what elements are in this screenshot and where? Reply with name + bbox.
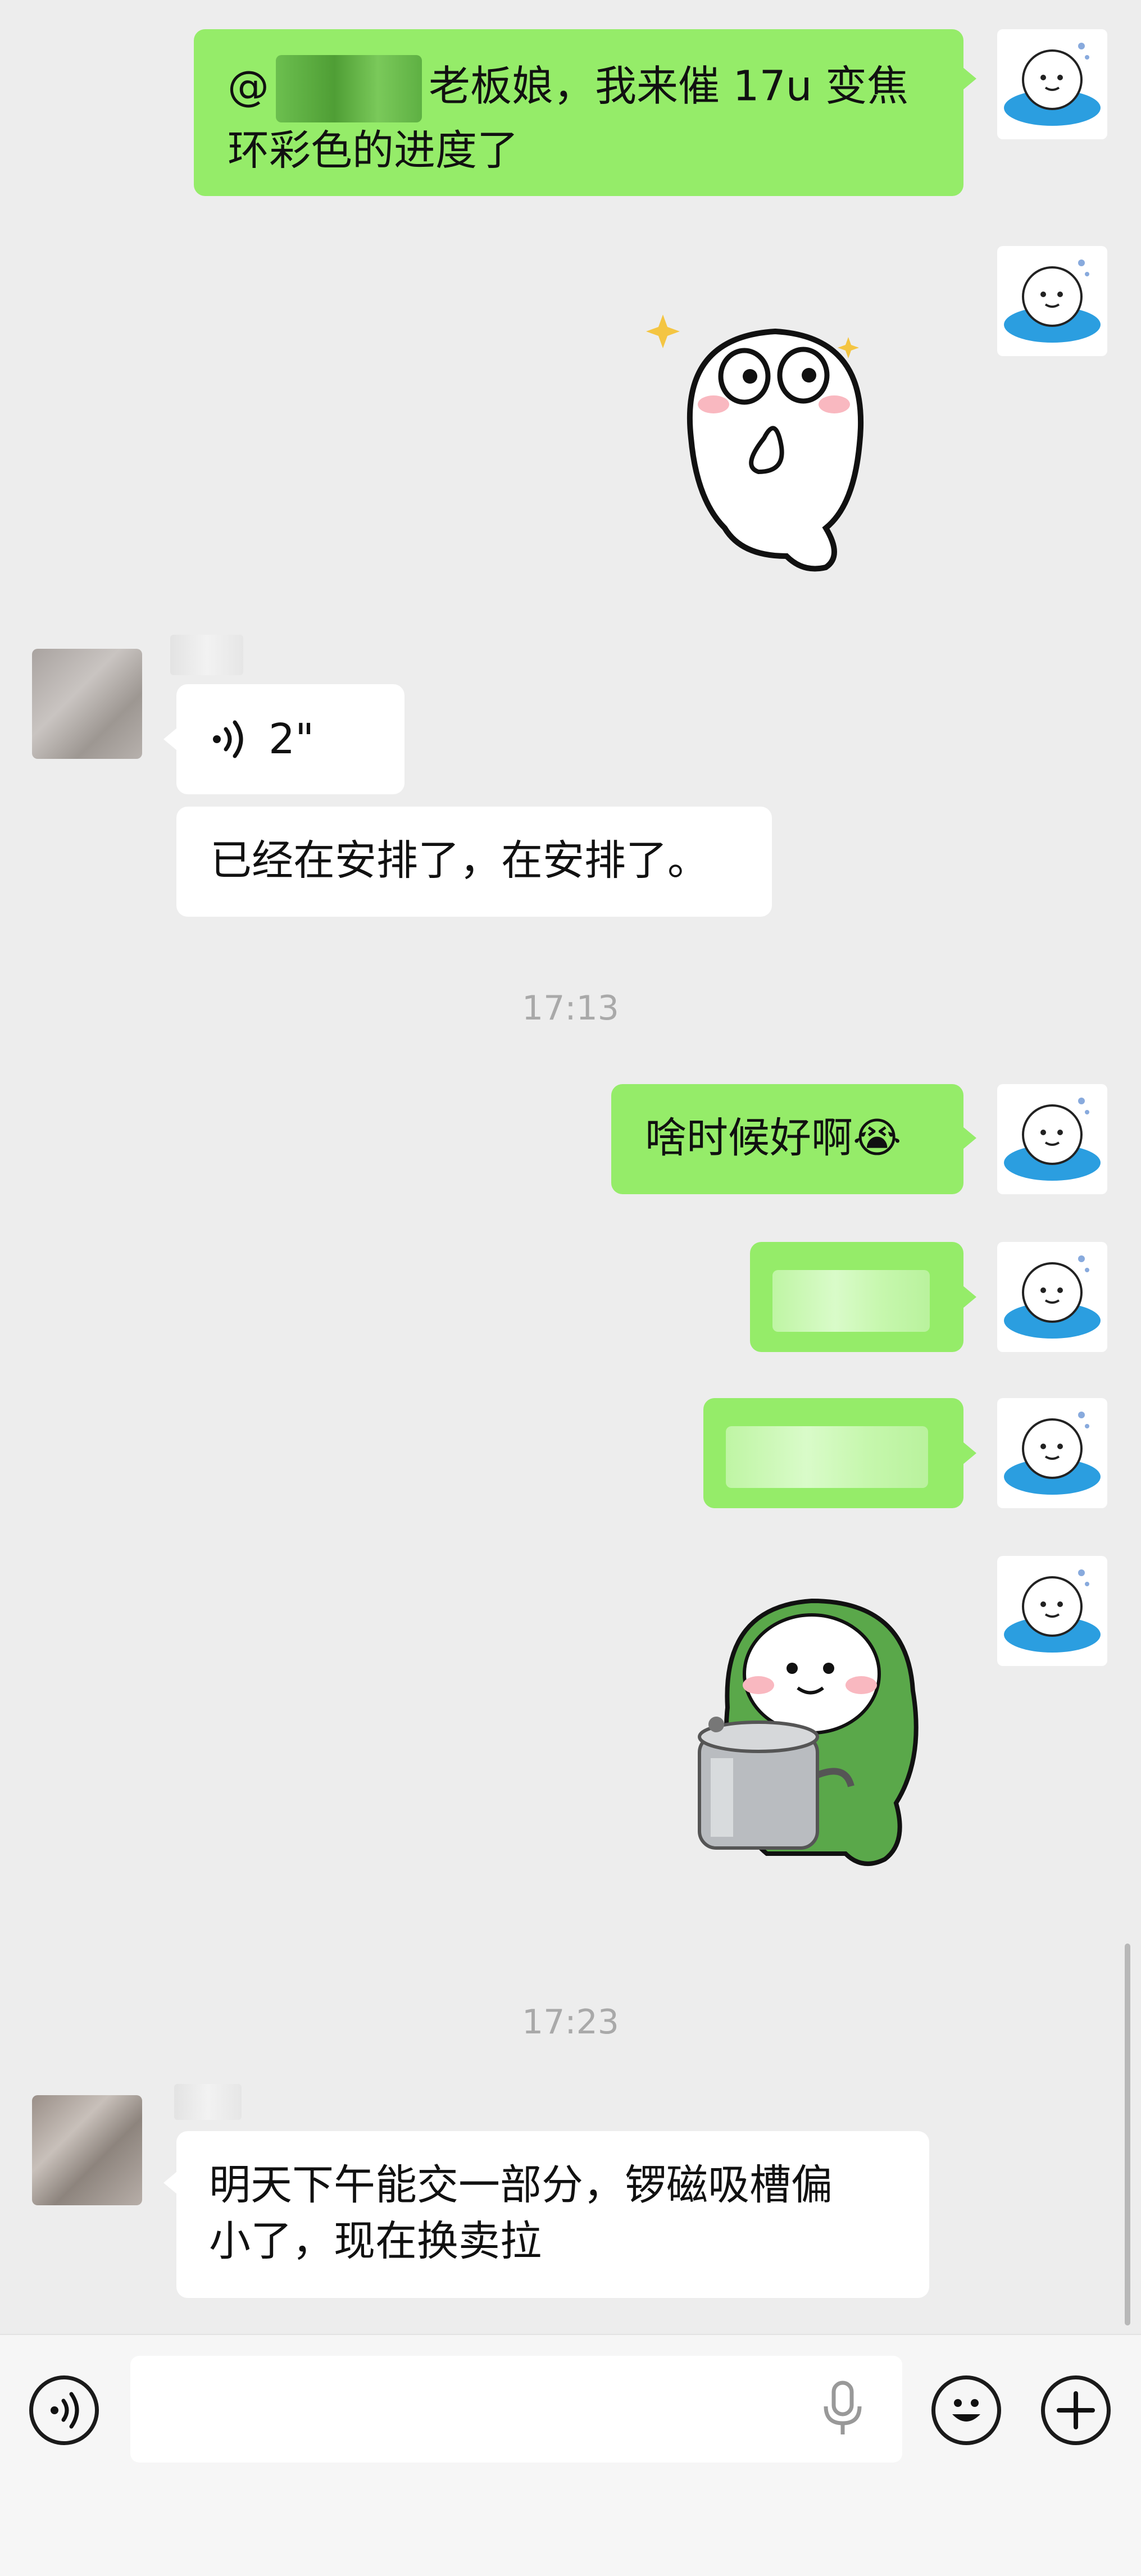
contact-avatar[interactable] bbox=[32, 649, 142, 759]
self-avatar[interactable] bbox=[997, 1242, 1107, 1352]
emoji-button[interactable] bbox=[931, 2375, 1001, 2445]
more-button[interactable] bbox=[1041, 2375, 1111, 2445]
bubble-tail bbox=[963, 67, 976, 90]
bubble-tail bbox=[963, 1127, 976, 1149]
voice-message[interactable]: 2" bbox=[176, 684, 404, 794]
redacted-text bbox=[772, 1270, 930, 1332]
message-bubble-self-redacted[interactable] bbox=[703, 1398, 963, 1508]
bubble-tail bbox=[963, 1286, 976, 1308]
plus-icon bbox=[1057, 2391, 1095, 2429]
message-bubble-contact[interactable]: 明天下午能交一部分，锣磁吸槽偏 小了，现在换卖拉 bbox=[176, 2131, 929, 2298]
sticker-praying-ghost[interactable] bbox=[640, 292, 933, 579]
message-text: 明天下午能交一部分，锣磁吸槽偏 bbox=[209, 2161, 833, 2209]
message-input[interactable] bbox=[130, 2356, 902, 2463]
self-avatar[interactable] bbox=[997, 1398, 1107, 1508]
redacted-text bbox=[726, 1426, 928, 1488]
voice-wave-icon bbox=[213, 720, 243, 758]
message-bubble-contact[interactable]: 已经在安排了，在安排了。 bbox=[176, 807, 772, 917]
input-bar bbox=[0, 2334, 1141, 2576]
voice-icon bbox=[51, 2392, 79, 2429]
message-text-line2: 小了，现在换卖拉 bbox=[209, 2217, 542, 2265]
self-avatar[interactable] bbox=[997, 29, 1107, 139]
contact-name-redacted bbox=[174, 2084, 242, 2120]
message-text: 啥时候好啊 bbox=[645, 1114, 853, 1162]
self-avatar[interactable] bbox=[997, 1556, 1107, 1666]
voice-toggle-button[interactable] bbox=[29, 2375, 99, 2445]
message-bubble-self[interactable]: @ 老板娘，我来催 17u 变焦 环彩色的进度了 bbox=[194, 29, 963, 196]
crying-emoji: 😭 bbox=[853, 1114, 902, 1162]
timestamp: 17:23 bbox=[522, 2002, 619, 2042]
emoji-icon bbox=[952, 2399, 980, 2422]
sticker-green-ghost-with-pot[interactable] bbox=[683, 1590, 963, 1882]
mention-name-redacted bbox=[276, 55, 422, 122]
message-text-line2: 环彩色的进度了 bbox=[228, 126, 519, 175]
message-text: 已经在安排了，在安排了。 bbox=[210, 836, 709, 885]
scrollbar[interactable] bbox=[1125, 1944, 1130, 2325]
contact-name-redacted bbox=[170, 635, 243, 675]
bubble-tail bbox=[163, 728, 177, 750]
microphone-icon[interactable] bbox=[820, 2378, 865, 2440]
self-avatar[interactable] bbox=[997, 246, 1107, 356]
bubble-tail bbox=[163, 2172, 177, 2194]
bubble-tail bbox=[963, 1442, 976, 1464]
voice-duration: 2" bbox=[269, 715, 315, 763]
message-bubble-self[interactable]: 啥时候好啊😭 bbox=[611, 1084, 963, 1194]
mention-prefix: @ bbox=[228, 62, 269, 111]
message-text: 老板娘，我来催 17u 变焦 bbox=[429, 62, 909, 111]
contact-avatar[interactable] bbox=[32, 2095, 142, 2205]
message-bubble-self-redacted[interactable] bbox=[750, 1242, 963, 1352]
self-avatar[interactable] bbox=[997, 1084, 1107, 1194]
timestamp: 17:13 bbox=[522, 989, 619, 1028]
